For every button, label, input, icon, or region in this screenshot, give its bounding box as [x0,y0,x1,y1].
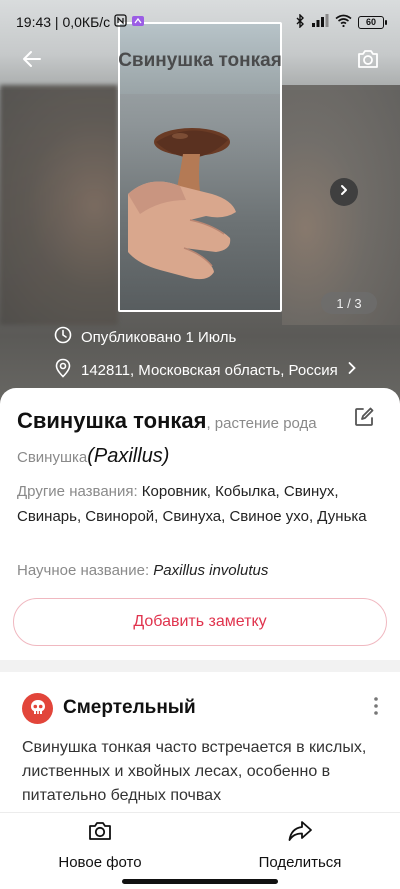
genus-latin: (Paxillus) [87,445,170,467]
edit-icon [353,407,375,432]
bottom-nav: Новое фото Поделиться [0,812,400,889]
other-names-label: Другие названия: [17,483,142,500]
photo-counter: 1 / 3 [321,292,377,314]
share-icon [287,819,313,848]
status-time: 19:43 | 0,0КБ/с [16,14,111,30]
species-name: Свинушка тонкая [17,408,207,433]
chevron-right-icon [338,183,350,201]
status-bar: 19:43 | 0,0КБ/с 60 [0,0,400,44]
toxicity-description: Свинушка тонкая часто встречается в кисл… [22,739,367,804]
next-photo-button[interactable] [330,178,358,206]
scientific-name: Научное название: Paxillus involutus [17,558,268,583]
chevron-right-icon [347,361,357,379]
published-row: Опубликовано 1 Июль [54,326,236,348]
more-options-button[interactable] [362,694,390,722]
page-title: Свинушка тонкая [118,50,282,71]
camera-button[interactable] [354,47,382,75]
add-note-button[interactable]: Добавить заметку [13,598,387,646]
section-divider [0,660,400,672]
location-text: 142811, Московская область, Россия [81,361,338,379]
new-photo-label: Новое фото [58,854,142,871]
app-notification-icon [131,14,145,31]
skull-icon [22,692,53,724]
clock-icon [54,326,72,348]
scientific-name-label: Научное название: [17,562,154,579]
other-names: Другие названия: Коровник, Кобылка, Свин… [17,479,381,529]
toxicity-header: Смертельный [22,691,382,725]
nfc-icon [114,14,127,30]
genus-line: Свинушка(Paxillus) [17,443,169,471]
species-name-suffix: , растение рода [206,415,317,432]
camera-icon [356,48,380,75]
toxicity-title: Смертельный [63,697,196,718]
location-row[interactable]: 142811, Московская область, Россия [54,358,357,382]
home-indicator[interactable] [122,879,278,884]
share-label: Поделиться [258,854,342,871]
new-photo-button[interactable]: Новое фото [40,819,160,871]
species-card: Свинушка тонкая, растение рода Свинушка(… [0,388,400,660]
edit-button[interactable] [353,406,377,430]
share-button[interactable]: Поделиться [240,819,360,871]
scientific-name-value: Paxillus involutus [153,562,269,579]
species-name-line: Свинушка тонкая, растение рода [17,408,347,437]
background-blur-left [0,85,118,325]
bluetooth-icon [295,12,305,31]
back-button[interactable] [18,47,46,75]
camera-icon [87,819,113,848]
battery-icon: 60 [358,15,387,29]
more-vertical-icon [373,696,379,721]
signal-icon [311,14,329,30]
published-date: Опубликовано 1 Июль [81,328,237,346]
wifi-icon [335,14,352,30]
genus-russian: Свинушка [17,449,88,466]
back-arrow-icon [22,50,42,73]
top-bar: Свинушка тонкая [0,44,400,78]
location-pin-icon [54,358,72,382]
